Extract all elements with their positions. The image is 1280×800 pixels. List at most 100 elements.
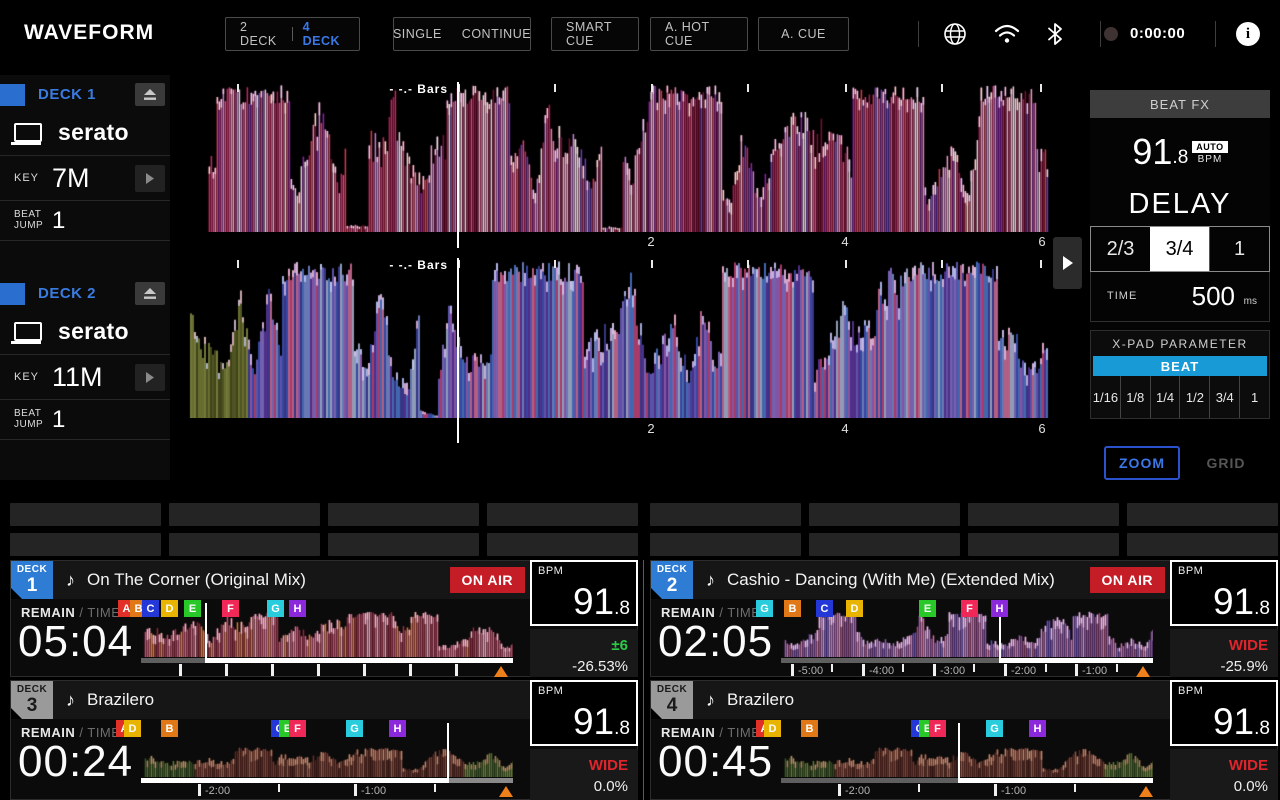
time-tick-label: -3:00 bbox=[940, 665, 965, 677]
eject-button[interactable] bbox=[135, 83, 165, 106]
auto-cue-button[interactable]: A. CUE bbox=[758, 17, 849, 51]
performance-pad[interactable] bbox=[10, 533, 161, 556]
hot-cue-D[interactable]: D bbox=[764, 720, 781, 737]
progress-bar[interactable] bbox=[781, 778, 1153, 783]
fx-name[interactable]: DELAY bbox=[1090, 182, 1270, 226]
performance-pad[interactable] bbox=[1127, 533, 1278, 556]
hot-cue-H[interactable]: H bbox=[991, 600, 1008, 617]
performance-pad[interactable] bbox=[328, 503, 479, 526]
hot-cue-H[interactable]: H bbox=[1029, 720, 1046, 737]
eject-button[interactable] bbox=[135, 282, 165, 305]
deck-number-badge[interactable]: DECK4 bbox=[651, 681, 693, 719]
waveform-next-button[interactable] bbox=[1053, 237, 1082, 289]
hot-cue-F[interactable]: F bbox=[222, 600, 239, 617]
bluetooth-icon[interactable] bbox=[1041, 20, 1069, 48]
performance-pad[interactable] bbox=[10, 503, 161, 526]
toggle-continue[interactable]: CONTINUE bbox=[462, 27, 531, 41]
performance-pad[interactable] bbox=[487, 533, 638, 556]
hot-cue-D[interactable]: D bbox=[124, 720, 141, 737]
end-warning-triangle bbox=[499, 786, 513, 797]
hot-cue-B[interactable]: B bbox=[801, 720, 818, 737]
grid-button[interactable]: GRID bbox=[1194, 446, 1258, 480]
performance-pad[interactable] bbox=[650, 533, 801, 556]
time-tick bbox=[1045, 664, 1047, 672]
performance-pad[interactable] bbox=[169, 533, 320, 556]
smart-cue-button[interactable]: SMART CUE bbox=[551, 17, 639, 51]
deck-panel-3[interactable]: DECK3 ♪ Brazilero BPM 91.8 WIDE 0.0% REM… bbox=[10, 680, 638, 800]
beat-number: 4 bbox=[841, 421, 848, 436]
toggle-single[interactable]: SINGLE bbox=[393, 27, 442, 41]
beat-tick bbox=[941, 260, 943, 268]
hot-cue-E[interactable]: E bbox=[919, 600, 936, 617]
info-icon[interactable]: i bbox=[1236, 22, 1260, 46]
hot-cue-F[interactable]: F bbox=[929, 720, 946, 737]
performance-pad[interactable] bbox=[650, 503, 801, 526]
deck-number-badge[interactable]: DECK3 bbox=[11, 681, 53, 719]
deck-number-badge[interactable]: DECK2 bbox=[651, 561, 693, 599]
hot-cue-D[interactable]: D bbox=[846, 600, 863, 617]
x-pad-fraction[interactable]: 1/4 bbox=[1150, 376, 1180, 418]
globe-icon[interactable] bbox=[941, 20, 969, 48]
x-pad-fraction[interactable]: 3/4 bbox=[1209, 376, 1239, 418]
x-pad-fraction[interactable]: 1/8 bbox=[1120, 376, 1150, 418]
hot-cue-H[interactable]: H bbox=[389, 720, 406, 737]
deck-panel-2[interactable]: DECK2 ♪ Cashio - Dancing (With Me) (Exte… bbox=[650, 560, 1278, 677]
deck1-waveform-canvas[interactable] bbox=[170, 84, 1090, 232]
deck1-zoom-waveform[interactable]: - -.- Bars 246 bbox=[170, 84, 1090, 248]
hot-cue-E[interactable]: E bbox=[184, 600, 201, 617]
performance-pad[interactable] bbox=[809, 533, 960, 556]
divider bbox=[1215, 21, 1216, 47]
auto-hot-cue-button[interactable]: A. HOT CUE bbox=[650, 17, 748, 51]
hot-cue-H[interactable]: H bbox=[289, 600, 306, 617]
source-row[interactable]: serato bbox=[0, 110, 170, 156]
performance-pad[interactable] bbox=[487, 503, 638, 526]
record-indicator[interactable] bbox=[1104, 27, 1118, 41]
toggle-2deck[interactable]: 2 DECK bbox=[240, 20, 282, 48]
hot-cue-D[interactable]: D bbox=[161, 600, 178, 617]
hot-cue-B[interactable]: B bbox=[161, 720, 178, 737]
hot-cue-G[interactable]: G bbox=[986, 720, 1003, 737]
deck-sidebar: DECK 1 serato KEY 7M BEA bbox=[0, 75, 171, 480]
deck-number-badge[interactable]: DECK1 bbox=[11, 561, 53, 599]
hot-cue-C[interactable]: C bbox=[816, 600, 833, 617]
fx-beat-option-selected[interactable]: 3/4 bbox=[1150, 227, 1209, 271]
source-row[interactable]: serato bbox=[0, 309, 170, 355]
auto-bpm-badge[interactable]: AUTO bbox=[1192, 141, 1227, 153]
deck-panel-4[interactable]: DECK4 ♪ Brazilero BPM 91.8 WIDE 0.0% REM… bbox=[650, 680, 1278, 800]
time-tick bbox=[271, 664, 274, 676]
performance-pad[interactable] bbox=[809, 503, 960, 526]
toggle-4deck[interactable]: 4 DECK bbox=[303, 20, 345, 48]
performance-pad[interactable] bbox=[968, 533, 1119, 556]
hot-cue-G[interactable]: G bbox=[267, 600, 284, 617]
hot-cue-G[interactable]: G bbox=[756, 600, 773, 617]
progress-bar[interactable] bbox=[141, 658, 513, 663]
x-pad-fraction[interactable]: 1 bbox=[1239, 376, 1269, 418]
zoom-button[interactable]: ZOOM bbox=[1104, 446, 1180, 480]
hot-cue-B[interactable]: B bbox=[784, 600, 801, 617]
deck2-zoom-waveform[interactable]: - -.- Bars 246 bbox=[170, 260, 1090, 435]
progress-bar[interactable] bbox=[141, 778, 513, 783]
hot-cue-C[interactable]: C bbox=[142, 600, 159, 617]
x-pad-mode-beat[interactable]: BEAT bbox=[1093, 356, 1267, 376]
key-shift-button[interactable] bbox=[135, 165, 165, 192]
wifi-icon[interactable] bbox=[993, 20, 1021, 48]
fx-beat-option[interactable]: 1 bbox=[1209, 227, 1269, 271]
performance-pad[interactable] bbox=[169, 503, 320, 526]
x-pad-fraction[interactable]: 1/16 bbox=[1091, 376, 1120, 418]
deck2-waveform-canvas[interactable] bbox=[170, 260, 1090, 418]
performance-pad[interactable] bbox=[328, 533, 479, 556]
performance-pad[interactable] bbox=[1127, 503, 1278, 526]
play-mode-toggle[interactable]: SINGLE CONTINUE bbox=[393, 17, 531, 51]
hot-cue-F[interactable]: F bbox=[289, 720, 306, 737]
deck-count-toggle[interactable]: 2 DECK 4 DECK bbox=[225, 17, 360, 51]
hot-cue-F[interactable]: F bbox=[961, 600, 978, 617]
fx-beat-option[interactable]: 2/3 bbox=[1091, 227, 1150, 271]
x-pad-fraction[interactable]: 1/2 bbox=[1179, 376, 1209, 418]
deck-panel-1[interactable]: DECK1 ♪ On The Corner (Original Mix) ON … bbox=[10, 560, 638, 677]
divider bbox=[643, 560, 644, 800]
performance-pad[interactable] bbox=[968, 503, 1119, 526]
progress-bar[interactable] bbox=[781, 658, 1153, 663]
hot-cue-G[interactable]: G bbox=[346, 720, 363, 737]
beat-number: 6 bbox=[1038, 234, 1045, 249]
key-shift-button[interactable] bbox=[135, 364, 165, 391]
